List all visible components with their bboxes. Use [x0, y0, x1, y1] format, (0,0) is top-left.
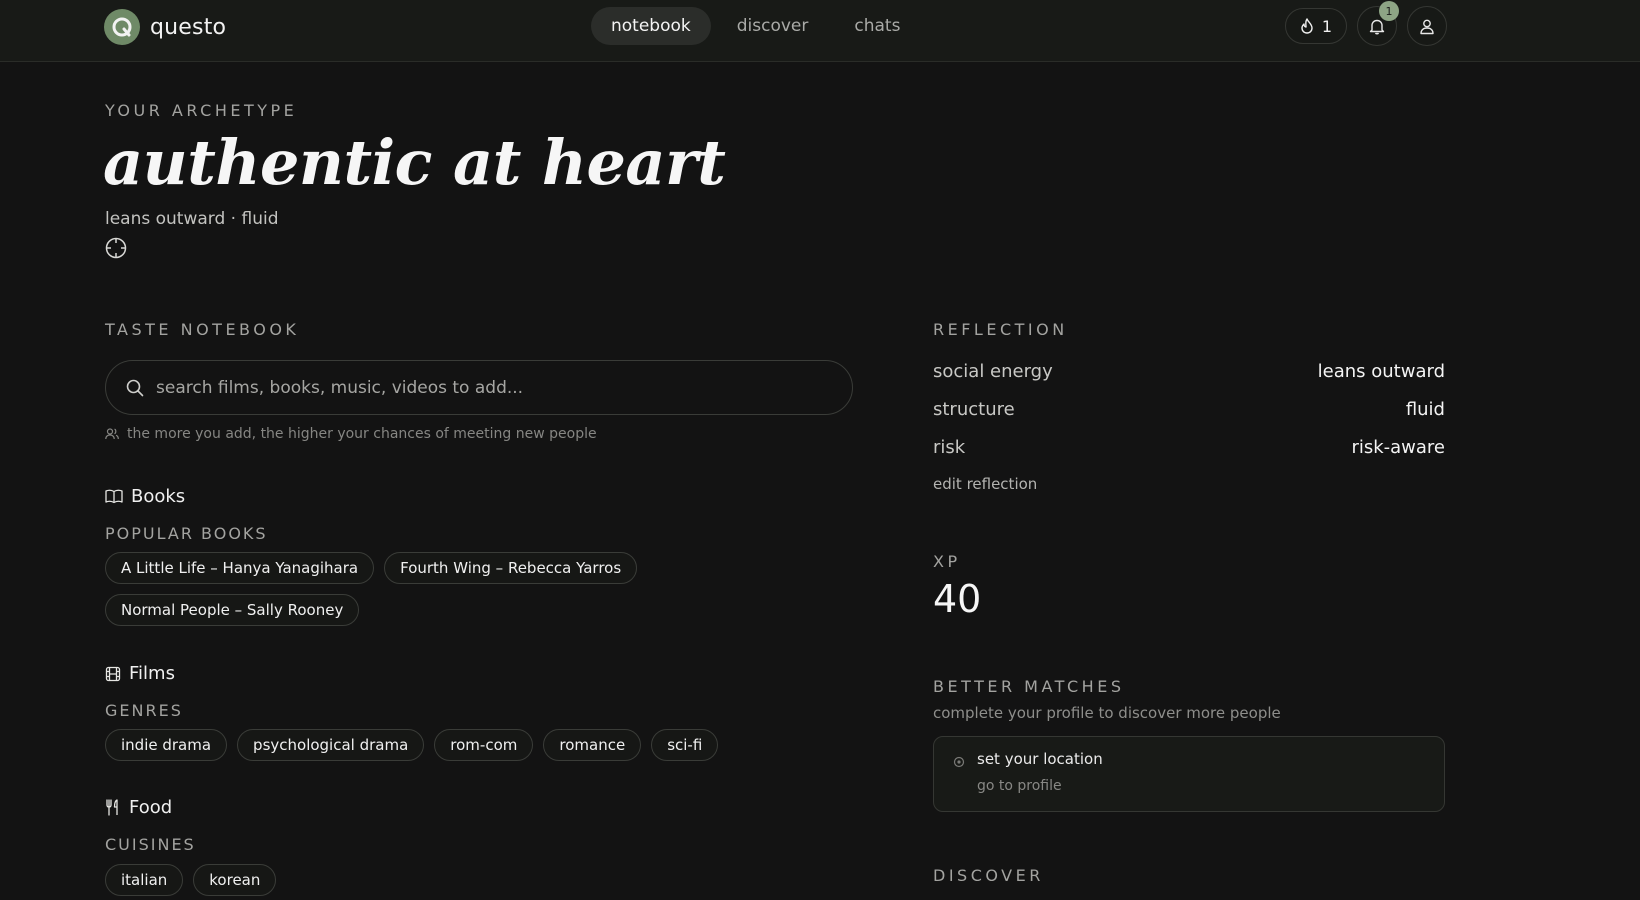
genre-chip[interactable]: sci-fi [651, 729, 719, 761]
book-chip[interactable]: A Little Life – Hanya Yanagihara [105, 552, 375, 584]
taste-search-input[interactable] [156, 377, 796, 398]
notebook-hint: the more you add, the higher your chance… [105, 426, 597, 442]
notification-badge: 1 [1379, 1, 1399, 21]
films-heading: Films [105, 663, 175, 684]
book-open-icon [105, 489, 123, 504]
streak-button[interactable]: 1 [1284, 8, 1347, 44]
xp-section: XP 40 [933, 552, 1445, 621]
questo-logo-icon [104, 9, 140, 45]
flame-icon [1301, 18, 1313, 34]
users-icon [105, 428, 119, 440]
nav-notebook[interactable]: notebook [591, 7, 711, 45]
genres-chip-list: indie drama psychological drama rom-com … [105, 729, 805, 761]
profile-button[interactable] [1407, 6, 1447, 46]
reflection-key: risk [933, 437, 966, 458]
xp-label: XP [933, 552, 961, 571]
book-chip[interactable]: Normal People – Sally Rooney [105, 594, 360, 626]
archetype-subtitle: leans outward · fluid [105, 209, 279, 229]
reflection-section: REFLECTION social energy leans outward s… [933, 320, 1445, 493]
taste-notebook-label: TASTE NOTEBOOK [105, 320, 300, 339]
streak-count: 1 [1321, 16, 1332, 36]
books-heading: Books [105, 486, 185, 507]
location-target-icon [953, 756, 965, 768]
nav-chats[interactable]: chats [834, 7, 920, 45]
crosshair-icon[interactable] [105, 237, 127, 263]
discover-label: DISCOVER [933, 866, 1044, 885]
user-icon [1420, 19, 1434, 34]
cuisine-chip[interactable]: korean [193, 864, 277, 896]
set-location-card[interactable]: set your location go to profile [933, 736, 1445, 812]
reflection-row: risk risk-aware [933, 437, 1445, 458]
films-title: Films [129, 663, 175, 684]
reflection-row: social energy leans outward [933, 361, 1445, 382]
books-title: Books [131, 486, 186, 507]
search-icon [126, 379, 144, 396]
go-to-profile-link[interactable]: go to profile [977, 778, 1062, 794]
utensils-icon [106, 799, 118, 816]
bell-icon [1369, 19, 1385, 34]
archetype-title: authentic at heart [103, 126, 726, 199]
edit-reflection-link[interactable]: edit reflection [933, 475, 1445, 493]
nav-discover[interactable]: discover [717, 7, 829, 45]
notebook-hint-text: the more you add, the higher your chance… [127, 426, 597, 442]
popular-books-label: POPULAR BOOKS [105, 524, 268, 543]
reflection-row: structure fluid [933, 399, 1445, 420]
better-matches-label: BETTER MATCHES [933, 677, 1125, 696]
genre-chip[interactable]: indie drama [105, 729, 228, 761]
cuisines-label: CUISINES [105, 835, 196, 854]
taste-search-box[interactable] [105, 360, 853, 415]
header-actions: 1 1 [1284, 1, 1447, 46]
set-location-title: set your location [977, 750, 1103, 768]
discover-section: DISCOVER [933, 866, 1445, 885]
notifications-button[interactable]: 1 [1357, 1, 1399, 46]
better-matches-section: BETTER MATCHES complete your profile to … [933, 677, 1445, 812]
food-title: Food [129, 797, 173, 818]
cuisine-chip[interactable]: italian [105, 864, 184, 896]
genre-chip[interactable]: psychological drama [237, 729, 425, 761]
film-icon [105, 666, 121, 681]
food-heading: Food [105, 797, 172, 818]
xp-value: 40 [933, 577, 982, 621]
book-chip[interactable]: Fourth Wing – Rebecca Yarros [384, 552, 638, 584]
archetype-eyebrow: YOUR ARCHETYPE [105, 101, 298, 120]
reflection-key: social energy [933, 361, 1053, 382]
genre-chip[interactable]: romance [543, 729, 642, 761]
brand-name: questo [150, 14, 227, 40]
genres-label: GENRES [105, 701, 183, 720]
reflection-value: fluid [1405, 399, 1445, 420]
reflection-label: REFLECTION [933, 320, 1068, 339]
top-nav-bar: questo notebook discover chats 1 1 [0, 0, 1640, 62]
books-chip-list: A Little Life – Hanya Yanagihara Fourth … [105, 552, 725, 626]
genre-chip[interactable]: rom-com [434, 729, 534, 761]
reflection-value: leans outward [1317, 361, 1445, 382]
reflection-value: risk-aware [1351, 437, 1445, 458]
cuisines-chip-list: italian korean [105, 864, 725, 896]
main-nav: notebook discover chats [591, 7, 926, 45]
reflection-key: structure [933, 399, 1015, 420]
better-matches-subtitle: complete your profile to discover more p… [933, 704, 1281, 722]
brand[interactable]: questo [104, 9, 226, 45]
